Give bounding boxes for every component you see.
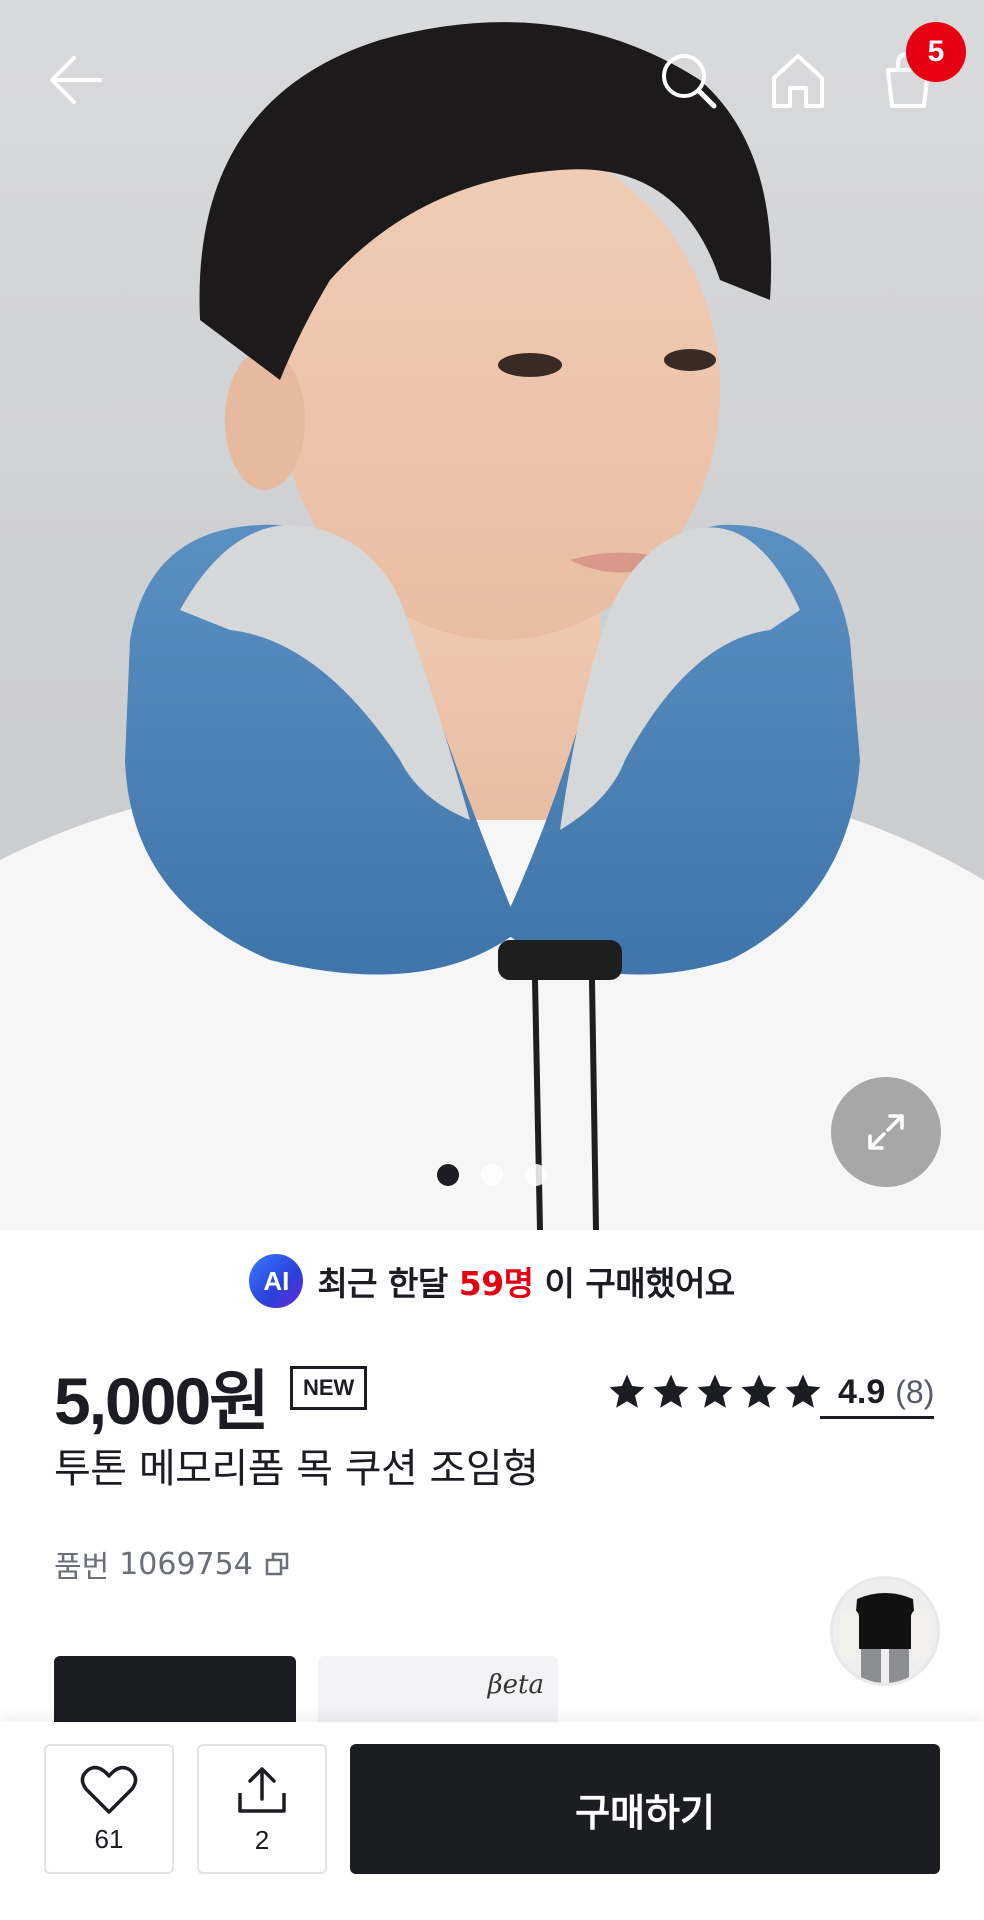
ai-purchase-banner: AI 최근 한달 59명 이 구매했어요 [0, 1250, 984, 1312]
share-button[interactable]: 2 [197, 1744, 327, 1874]
ai-text-before: 최근 한달 [317, 1264, 459, 1303]
expand-icon [868, 1114, 904, 1150]
gallery-pagination [0, 1164, 984, 1188]
search-button[interactable] [648, 40, 728, 120]
buy-button[interactable]: 구매하기 [350, 1744, 940, 1874]
star-icon [697, 1374, 733, 1408]
top-navigation: 5 [0, 0, 984, 160]
floating-recent-product-thumbnail[interactable] [830, 1576, 940, 1686]
search-icon [662, 54, 717, 109]
ai-text-after: 이 구매했어요 [533, 1264, 736, 1303]
copy-sku-button[interactable] [263, 1550, 291, 1578]
recent-product-image [833, 1579, 937, 1683]
star-icon [609, 1374, 645, 1408]
rating-underline [820, 1416, 935, 1419]
gallery-dot-3[interactable] [525, 1164, 547, 1186]
gallery-dot-1[interactable] [437, 1164, 459, 1186]
star-icon [785, 1374, 821, 1408]
ai-highlight-count: 59명 [458, 1264, 534, 1303]
gallery-dot-2[interactable] [481, 1164, 503, 1186]
back-button[interactable] [36, 40, 116, 120]
share-count: 2 [254, 1824, 270, 1855]
home-icon [772, 54, 824, 108]
new-badge: NEW [290, 1366, 368, 1410]
share-icon [238, 1766, 286, 1813]
product-price: 5,000원 [54, 1364, 270, 1438]
bottom-action-bar: 61 2 구매하기 [0, 1722, 984, 1920]
ai-banner-text: 최근 한달 59명 이 구매했어요 [317, 1257, 736, 1305]
product-sku: 품번 1069754 [54, 1542, 291, 1586]
product-photo [0, 22, 984, 1230]
beta-label: βeta [487, 1670, 544, 1700]
sku-label: 품번 [54, 1550, 110, 1585]
star-icon [741, 1374, 777, 1408]
ai-badge: AI [249, 1254, 304, 1308]
rating-summary[interactable]: 4.9 (8) [606, 1365, 935, 1419]
home-button[interactable] [758, 40, 838, 120]
like-count: 61 [94, 1823, 124, 1854]
cart-count-badge: 5 [906, 22, 966, 82]
review-count: (8) [895, 1373, 935, 1410]
like-button[interactable]: 61 [44, 1744, 174, 1874]
product-title: 투톤 메모리폼 목 쿠션 조임형 [54, 1446, 539, 1492]
star-icon [653, 1374, 689, 1408]
heart-icon [80, 1765, 138, 1814]
rating-score: 4.9 [838, 1372, 886, 1411]
arrow-left-icon [50, 56, 102, 104]
copy-icon [265, 1552, 289, 1576]
product-image-gallery[interactable]: 5 [0, 0, 984, 1230]
sku-number: 1069754 [119, 1546, 253, 1582]
star-rating [606, 1371, 824, 1413]
